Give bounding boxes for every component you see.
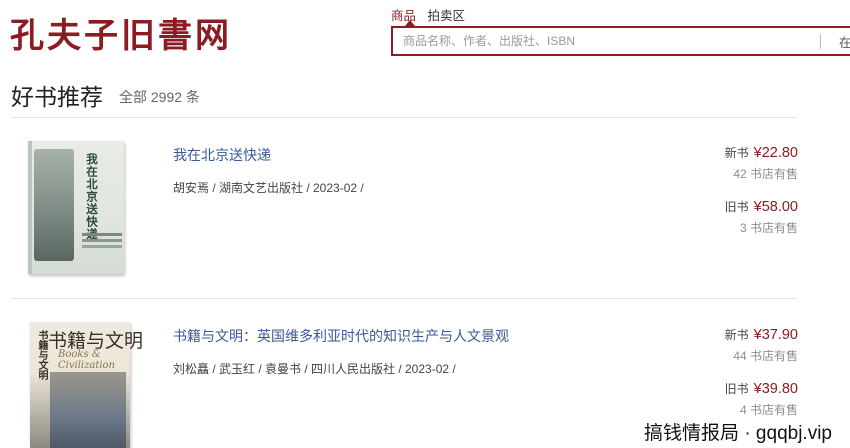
cover-vertical-title: 书籍与文明 [36, 330, 47, 380]
book-meta: 刘松矗 / 武玉红 / 袁曼书 / 四川人民出版社 / 2023-02 / [173, 362, 456, 376]
book-title-link[interactable]: 书籍与文明：英国维多利亚时代的知识生产与人文景观 [173, 326, 509, 346]
search-divider [820, 34, 821, 49]
new-price-row[interactable]: 新书 ¥22.80 [725, 144, 798, 162]
divider [11, 298, 797, 299]
new-seller-count[interactable]: 44 书店有售 [733, 347, 798, 364]
search-input[interactable] [393, 28, 813, 54]
new-price-label: 新书 [724, 328, 749, 342]
used-price-label: 旧书 [724, 382, 749, 396]
book-cover-1[interactable]: 我在北京送快递 [28, 141, 124, 274]
site-logo[interactable]: 孔夫子旧書网 [10, 14, 232, 58]
cover-blurb [82, 233, 122, 236]
book-title-link[interactable]: 我在北京送快递 [173, 145, 271, 165]
cover-spine [28, 141, 32, 274]
book-cover-2[interactable]: 书籍与文明 书籍与文明 Books & Civilization [30, 322, 143, 448]
used-price-row[interactable]: 旧书 ¥39.80 [725, 380, 798, 398]
search-box: 在 [391, 26, 850, 56]
used-seller-count[interactable]: 3 书店有售 [740, 219, 798, 236]
new-seller-count[interactable]: 42 书店有售 [733, 165, 798, 182]
cover-illustration [34, 149, 74, 261]
tab-auction[interactable]: 拍卖区 [428, 9, 466, 23]
page-title: 好书推荐 [11, 84, 103, 110]
new-price[interactable]: ¥22.80 [754, 145, 798, 161]
used-price[interactable]: ¥58.00 [754, 199, 798, 215]
used-price[interactable]: ¥39.80 [754, 381, 798, 397]
used-seller-count[interactable]: 4 书店有售 [740, 401, 798, 418]
cover-title: 我在北京送快递 [85, 153, 97, 241]
new-price[interactable]: ¥37.90 [754, 327, 798, 343]
watermark: 搞钱情报局 · gqqbj.vip [644, 423, 832, 444]
result-count: 全部 2992 条 [119, 89, 200, 105]
divider [11, 117, 797, 118]
search-tabs: 商品 拍卖区 [391, 5, 473, 24]
used-price-label: 旧书 [724, 200, 749, 214]
search-scope-button[interactable]: 在 [839, 32, 850, 51]
book-meta: 胡安焉 / 湖南文艺出版社 / 2023-02 / [173, 181, 364, 195]
cover-subtitle: Books & Civilization [58, 349, 116, 371]
cover-illustration [50, 372, 126, 448]
new-price-label: 新书 [724, 146, 749, 160]
used-price-row[interactable]: 旧书 ¥58.00 [725, 198, 798, 216]
new-price-row[interactable]: 新书 ¥37.90 [725, 326, 798, 344]
